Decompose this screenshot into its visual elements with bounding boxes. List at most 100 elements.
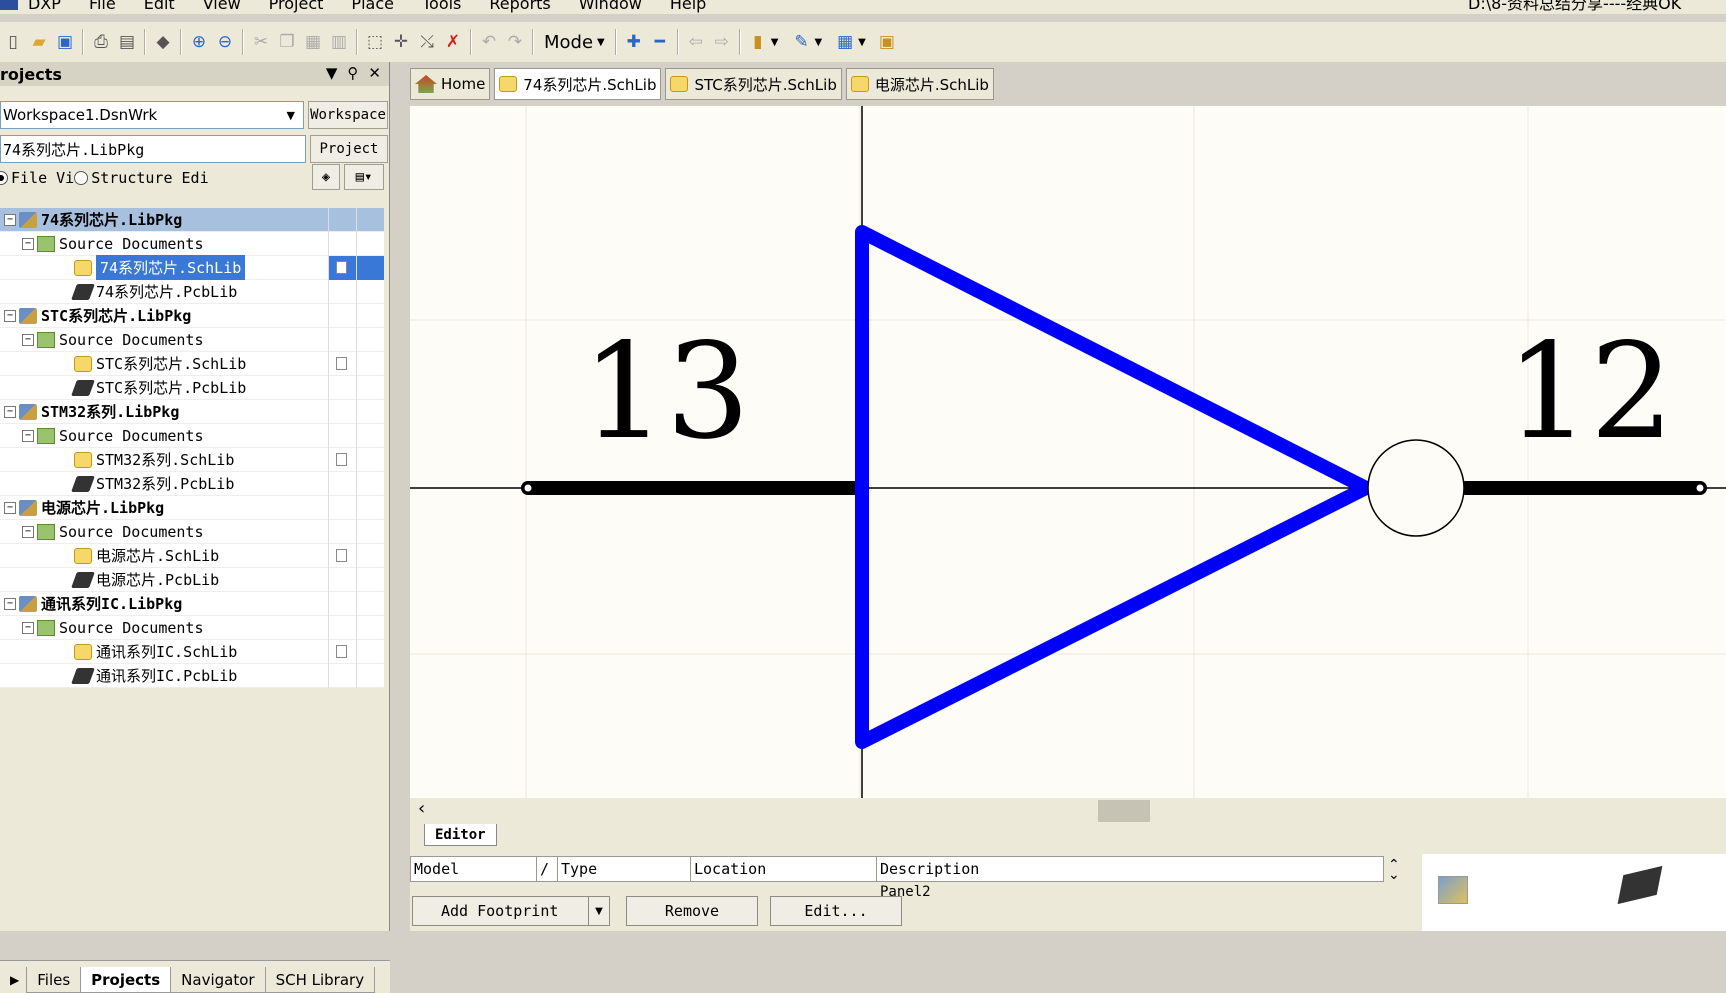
pin-number-left[interactable]: 13: [582, 326, 750, 458]
menu-project[interactable]: Project: [255, 0, 338, 14]
collapse-icon[interactable]: −: [4, 309, 16, 322]
project-button[interactable]: Project: [310, 135, 388, 163]
chevron-down-icon[interactable]: ▼: [814, 37, 822, 48]
tab-home[interactable]: Home: [410, 68, 491, 100]
tree-item[interactable]: STM32系列.SchLib: [0, 448, 384, 472]
pin-icon[interactable]: ⚲: [347, 64, 358, 82]
move-icon[interactable]: ✛: [388, 29, 414, 55]
add-footprint-dropdown[interactable]: ▼: [588, 896, 610, 926]
tree-item[interactable]: STC系列芯片.PcbLib: [0, 376, 384, 400]
structure-editor-radio[interactable]: [74, 171, 89, 185]
scrollbar-thumb[interactable]: [1098, 800, 1150, 822]
tree-item[interactable]: − STC系列芯片.LibPkg: [0, 304, 384, 328]
paste-icon[interactable]: ▦: [300, 29, 326, 55]
tab-sch-library[interactable]: SCH Library: [264, 967, 376, 993]
grid-icon[interactable]: ▦: [832, 29, 858, 55]
deselect-icon[interactable]: ✗: [440, 29, 466, 55]
close-icon[interactable]: ✕: [368, 64, 381, 82]
hammer-icon[interactable]: [1438, 876, 1468, 904]
collapse-icon[interactable]: −: [22, 333, 34, 346]
collapse-icon[interactable]: −: [4, 597, 16, 610]
horizontal-scrollbar[interactable]: ‹: [410, 798, 1726, 824]
collapse-icon[interactable]: −: [22, 429, 34, 442]
menu-window[interactable]: Window: [565, 0, 656, 14]
file-view-radio[interactable]: [0, 171, 8, 185]
paste-special-icon[interactable]: ▥: [326, 29, 352, 55]
tree-item[interactable]: − 通讯系列IC.LibPkg: [0, 592, 384, 616]
scroll-left-icon[interactable]: ‹: [418, 798, 425, 819]
column-model[interactable]: Model: [411, 857, 537, 881]
library-icon[interactable]: ▣: [874, 29, 900, 55]
collapse-icon[interactable]: −: [4, 501, 16, 514]
tree-item[interactable]: 通讯系列IC.PcbLib: [0, 664, 384, 688]
print-preview-icon[interactable]: ▤: [114, 29, 140, 55]
cut-icon[interactable]: ✂: [248, 29, 274, 55]
add-part-icon[interactable]: ✚: [621, 29, 647, 55]
collapse-icon[interactable]: −: [22, 237, 34, 250]
panel-menu-icon[interactable]: ▼: [326, 64, 338, 82]
tree-item[interactable]: 电源芯片.SchLib: [0, 544, 384, 568]
pin-number-right[interactable]: 12: [1506, 326, 1674, 458]
pen-tools-icon[interactable]: ✎: [788, 29, 814, 55]
tree-item[interactable]: − Source Documents: [0, 232, 384, 256]
redo-icon[interactable]: ↷: [502, 29, 528, 55]
chevron-down-icon[interactable]: ▼: [771, 37, 779, 48]
next-part-icon[interactable]: ⇨: [709, 29, 735, 55]
tab-projects[interactable]: Projects: [80, 967, 172, 993]
tab-files[interactable]: Files: [26, 967, 82, 993]
menu-file[interactable]: File: [75, 0, 130, 14]
menu-dxp[interactable]: DXP: [0, 0, 75, 14]
tree-item[interactable]: − 74系列芯片.LibPkg: [0, 208, 384, 232]
workspace-select[interactable]: Workspace1.DsnWrk ▼: [0, 101, 304, 129]
tree-item[interactable]: STC系列芯片.SchLib: [0, 352, 384, 376]
select-area-icon[interactable]: ⬚: [362, 29, 388, 55]
column-type[interactable]: Type: [557, 857, 691, 881]
menu-reports[interactable]: Reports: [475, 0, 564, 14]
mode-dropdown[interactable]: Mode ▼: [538, 32, 611, 53]
tree-item[interactable]: − Source Documents: [0, 328, 384, 352]
tab-stc-schlib[interactable]: STC系列芯片.SchLib: [665, 68, 842, 100]
collapse-icon[interactable]: −: [22, 621, 34, 634]
menu-place[interactable]: Place: [337, 0, 408, 14]
zoom-in-icon[interactable]: ⊕: [186, 29, 212, 55]
new-file-icon[interactable]: ▯: [0, 29, 26, 55]
collapse-icon[interactable]: −: [4, 213, 16, 226]
save-icon[interactable]: ▣: [52, 29, 78, 55]
component-icon[interactable]: ▮: [745, 29, 771, 55]
project-field[interactable]: 74系列芯片.LibPkg: [0, 135, 306, 163]
tab-editor[interactable]: Editor: [424, 824, 497, 846]
copy-icon[interactable]: ❐: [274, 29, 300, 55]
layers-icon[interactable]: ◈: [312, 164, 340, 190]
column-description[interactable]: Description: [877, 857, 1383, 881]
remove-button[interactable]: Remove: [626, 896, 758, 926]
scroll-updown-icon[interactable]: ⌃ ⌄: [1388, 858, 1400, 882]
collapse-icon[interactable]: −: [22, 525, 34, 538]
zoom-out-icon[interactable]: ⊖: [212, 29, 238, 55]
tree-item[interactable]: − 电源芯片.LibPkg: [0, 496, 384, 520]
tree-item[interactable]: − Source Documents: [0, 424, 384, 448]
tab-74-schlib[interactable]: 74系列芯片.SchLib: [494, 68, 662, 100]
open-folder-icon[interactable]: ▰: [26, 29, 52, 55]
tree-item[interactable]: 通讯系列IC.SchLib: [0, 640, 384, 664]
tree-item[interactable]: STM32系列.PcbLib: [0, 472, 384, 496]
project-options-icon[interactable]: ▤▾: [344, 164, 384, 190]
collapse-icon[interactable]: −: [4, 405, 16, 418]
column-location[interactable]: Location: [691, 857, 877, 881]
menu-view[interactable]: View: [189, 0, 255, 14]
add-footprint-button[interactable]: Add Footprint: [412, 896, 598, 926]
tree-item[interactable]: 电源芯片.PcbLib: [0, 568, 384, 592]
edit-button[interactable]: Edit...: [770, 896, 902, 926]
tab-power-schlib[interactable]: 电源芯片.SchLib: [845, 68, 994, 100]
tree-item[interactable]: − STM32系列.LibPkg: [0, 400, 384, 424]
chevron-down-icon[interactable]: ▼: [858, 37, 866, 48]
undo-icon[interactable]: ↶: [476, 29, 502, 55]
previous-part-icon[interactable]: ⇦: [683, 29, 709, 55]
menu-tools[interactable]: Tools: [408, 0, 475, 14]
print-icon[interactable]: ⎙: [88, 29, 114, 55]
schematic-canvas[interactable]: 13 12: [410, 106, 1726, 798]
tree-item[interactable]: 74系列芯片.PcbLib: [0, 280, 384, 304]
tree-item[interactable]: − Source Documents: [0, 616, 384, 640]
remove-part-icon[interactable]: ━: [647, 29, 673, 55]
layers-icon[interactable]: ◆: [150, 29, 176, 55]
tree-item[interactable]: − Source Documents: [0, 520, 384, 544]
